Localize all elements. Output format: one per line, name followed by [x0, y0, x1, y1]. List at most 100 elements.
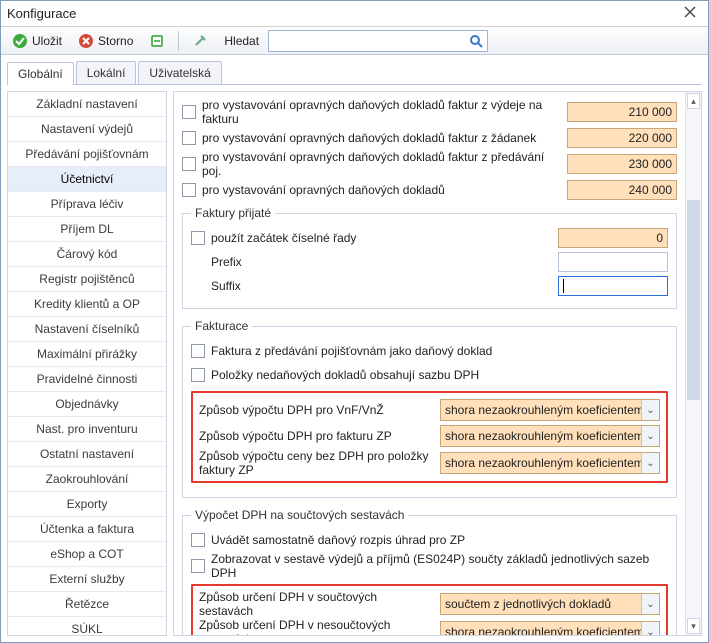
tab-user[interactable]: Uživatelská — [138, 61, 221, 84]
combo-row: Způsob určení DPH v součtových sestavách… — [199, 590, 660, 618]
label-fakturace-2: Položky nedaňových dokladů obsahují sazb… — [209, 368, 668, 382]
sidebar-item[interactable]: Exporty — [8, 492, 166, 517]
number-series-row: pro vystavování opravných daňových dokla… — [182, 98, 677, 126]
row-label: pro vystavování opravných daňových dokla… — [200, 150, 563, 178]
sidebar-item[interactable]: Nast. pro inventuru — [8, 417, 166, 442]
cancel-button[interactable]: Storno — [71, 30, 140, 52]
chevron-down-icon: ▾ — [691, 621, 696, 632]
scrollbar-down[interactable]: ▾ — [687, 618, 700, 634]
toolbar-separator — [178, 31, 179, 51]
value-use-start[interactable]: 0 — [558, 228, 668, 248]
combo-label: Způsob určení DPH v součtových sestavách — [199, 590, 434, 618]
combo-dropdown-button[interactable]: ⌄ — [641, 400, 659, 420]
sidebar-item[interactable]: Externí služby — [8, 567, 166, 592]
sidebar-item[interactable]: Nastavení číselníků — [8, 317, 166, 342]
input-suffix[interactable] — [558, 276, 668, 296]
combo-value: shora nezaokrouhleným koeficientem — [445, 429, 641, 443]
close-button[interactable] — [678, 4, 702, 24]
number-series-row: pro vystavování opravných daňových dokla… — [182, 126, 677, 150]
combo-row: Způsob výpočtu ceny bez DPH pro položky … — [199, 449, 660, 477]
combo-select[interactable]: shora nezaokrouhleným koeficientem ⌄ — [440, 621, 660, 635]
combo-select[interactable]: součtem z jednotlivých dokladů⌄ — [440, 593, 660, 615]
sidebar-item[interactable]: Základní nastavení — [8, 92, 166, 117]
tab-global[interactable]: Globální — [7, 62, 74, 85]
combo-dropdown-button[interactable]: ⌄ — [641, 426, 659, 446]
vypocet-redbox: Způsob určení DPH v součtových sestavách… — [191, 584, 668, 635]
checkbox-vypocet-2[interactable] — [191, 559, 205, 573]
combo-dropdown-button[interactable]: ⌄ — [641, 622, 659, 635]
sidebar-item[interactable]: Nastavení výdejů — [8, 117, 166, 142]
check-icon — [12, 33, 28, 49]
scrollbar-up[interactable]: ▴ — [687, 93, 700, 109]
search-input[interactable] — [269, 31, 465, 51]
checkbox[interactable] — [182, 183, 196, 197]
label-use-start: použít začátek číselné řady — [209, 231, 554, 245]
combo-select[interactable]: shora nezaokrouhleným koeficientem⌄ — [440, 425, 660, 447]
toolbar: Uložit Storno Hledat — [1, 27, 708, 55]
row-label: pro vystavování opravných daňových dokla… — [200, 98, 563, 126]
search-button[interactable]: Hledat — [217, 31, 266, 51]
checkbox[interactable] — [182, 105, 196, 119]
legend-vypocet: Výpočet DPH na součtových sestavách — [191, 508, 408, 522]
sidebar-item[interactable]: Předávání pojišťovnám — [8, 142, 166, 167]
chevron-down-icon: ⌄ — [646, 458, 654, 469]
row-value[interactable]: 230 000 — [567, 154, 677, 174]
checkbox-use-start[interactable] — [191, 231, 205, 245]
label-vypocet-2: Zobrazovat v sestavě výdejů a příjmů (ES… — [209, 552, 668, 580]
body: Základní nastaveníNastavení výdejůPředáv… — [1, 85, 708, 642]
sidebar-item[interactable]: Pravidelné činnosti — [8, 367, 166, 392]
checkbox[interactable] — [182, 157, 196, 171]
input-prefix[interactable] — [558, 252, 668, 272]
checkbox-vypocet-1[interactable] — [191, 533, 205, 547]
row-value[interactable]: 240 000 — [567, 180, 677, 200]
combo-row: Způsob výpočtu DPH pro VnF/VnŽshora neza… — [199, 397, 660, 423]
sidebar-item[interactable]: Účetnictví — [8, 167, 166, 192]
sidebar-item[interactable]: Maximální přirážky — [8, 342, 166, 367]
save-button[interactable]: Uložit — [5, 30, 69, 52]
titlebar: Konfigurace — [1, 1, 708, 27]
fieldset-fakturace: Fakturace Faktura z předávání pojišťovná… — [182, 319, 677, 498]
fieldset-faktury-prijate: Faktury přijaté použít začátek číselné ř… — [182, 206, 677, 309]
sidebar-item[interactable]: Zaokrouhlování — [8, 467, 166, 492]
top-section: pro vystavování opravných daňových dokla… — [182, 98, 677, 202]
sidebar-item[interactable]: Registr pojištěnců — [8, 267, 166, 292]
scrollbar[interactable]: ▴ ▾ — [685, 92, 701, 635]
sidebar-item[interactable]: Objednávky — [8, 392, 166, 417]
combo-select[interactable]: shora nezaokrouhleným koeficientem ⌄ — [440, 399, 660, 421]
sidebar-item[interactable]: Příjem DL — [8, 217, 166, 242]
sidebar-item[interactable]: Ostatní nastavení — [8, 442, 166, 467]
tab-local[interactable]: Lokální — [76, 61, 137, 84]
checkbox[interactable] — [182, 131, 196, 145]
scrollbar-track[interactable] — [686, 110, 701, 617]
config-window: Konfigurace Uložit Storno — [0, 0, 709, 643]
refresh-icon — [149, 33, 165, 49]
sidebar-item[interactable]: Kredity klientů a OP — [8, 292, 166, 317]
combo-value: shora nezaokrouhleným koeficientem — [445, 625, 641, 635]
row-label: pro vystavování opravných daňových dokla… — [200, 131, 563, 145]
row-value[interactable]: 220 000 — [567, 128, 677, 148]
combo-value: shora nezaokrouhleným koeficientem — [445, 403, 641, 417]
search-icon — [468, 33, 484, 49]
sidebar-item[interactable]: Čárový kód — [8, 242, 166, 267]
combo-select[interactable]: shora nezaokrouhleným koeficientem⌄ — [440, 452, 660, 474]
sidebar-item[interactable]: Účtenka a faktura — [8, 517, 166, 542]
sidebar-item[interactable]: Řetězce — [8, 592, 166, 617]
window-title: Konfigurace — [7, 6, 678, 21]
checkbox-fakturace-2[interactable] — [191, 368, 205, 382]
sidebar-item[interactable]: Příprava léčiv — [8, 192, 166, 217]
chevron-down-icon: ⌄ — [646, 627, 654, 636]
toolbar-icon-b[interactable] — [185, 30, 215, 52]
sidebar-item[interactable]: SÚKL — [8, 617, 166, 636]
tool-icon — [192, 33, 208, 49]
combo-dropdown-button[interactable]: ⌄ — [641, 594, 659, 614]
sidebar-item[interactable]: eShop a COT — [8, 542, 166, 567]
checkbox-fakturace-1[interactable] — [191, 344, 205, 358]
combo-dropdown-button[interactable]: ⌄ — [641, 453, 659, 473]
row-value[interactable]: 210 000 — [567, 102, 677, 122]
close-icon — [682, 4, 698, 20]
search-label: Hledat — [224, 34, 259, 48]
search-go-button[interactable] — [465, 33, 487, 49]
chevron-down-icon: ⌄ — [646, 405, 654, 416]
toolbar-icon-a[interactable] — [142, 30, 172, 52]
scrollbar-thumb[interactable] — [687, 200, 700, 400]
